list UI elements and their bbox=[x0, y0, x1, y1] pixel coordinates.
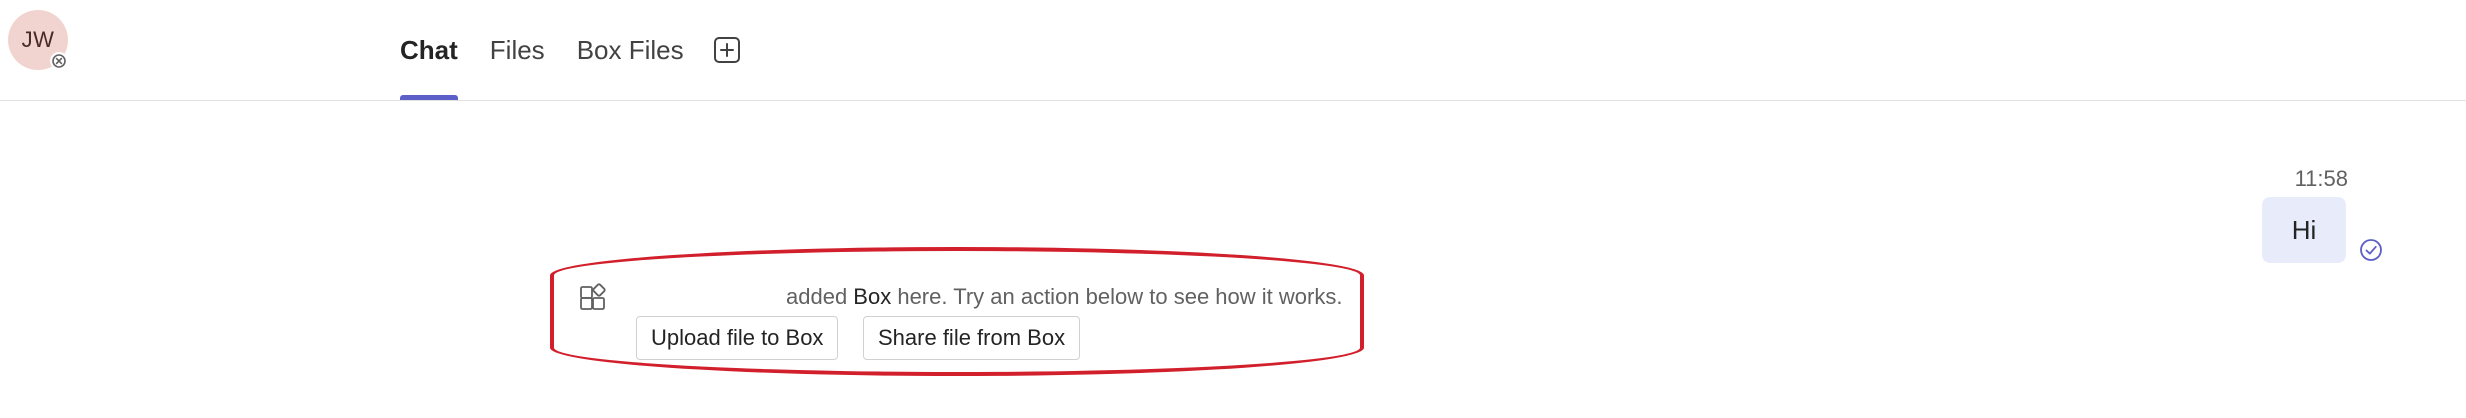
message-text: Hi bbox=[2291, 214, 2317, 245]
seen-check-icon bbox=[2358, 237, 2384, 268]
system-message-app-name: Box bbox=[853, 284, 892, 309]
tab-files-label: Files bbox=[489, 34, 545, 65]
tab-chat-label: Chat bbox=[400, 34, 458, 65]
upload-file-to-box-button[interactable]: Upload file to Box bbox=[636, 316, 839, 360]
tab-bar: Chat Files Box Files bbox=[400, 0, 742, 100]
system-message-text: added Box here. Try an action below to s… bbox=[786, 284, 1342, 310]
share-file-from-box-button[interactable]: Share file from Box bbox=[863, 316, 1081, 360]
system-message-suffix: here. Try an action below to see how it … bbox=[891, 284, 1343, 309]
tab-files[interactable]: Files bbox=[490, 0, 545, 100]
apps-icon bbox=[578, 283, 608, 318]
system-message-prefix: added bbox=[786, 284, 854, 309]
add-tab-icon[interactable] bbox=[712, 0, 742, 100]
message-timestamp: 11:58 bbox=[2294, 166, 2348, 191]
message-bubble[interactable]: Hi bbox=[2262, 197, 2346, 263]
avatar-initials: JW bbox=[21, 27, 55, 52]
tab-box-files[interactable]: Box Files bbox=[577, 0, 684, 100]
presence-offline-icon bbox=[50, 52, 68, 70]
tab-chat[interactable]: Chat bbox=[400, 0, 458, 100]
tab-box-files-label: Box Files bbox=[576, 34, 684, 65]
chat-header: JW Chat Files Box Files bbox=[0, 0, 2466, 101]
